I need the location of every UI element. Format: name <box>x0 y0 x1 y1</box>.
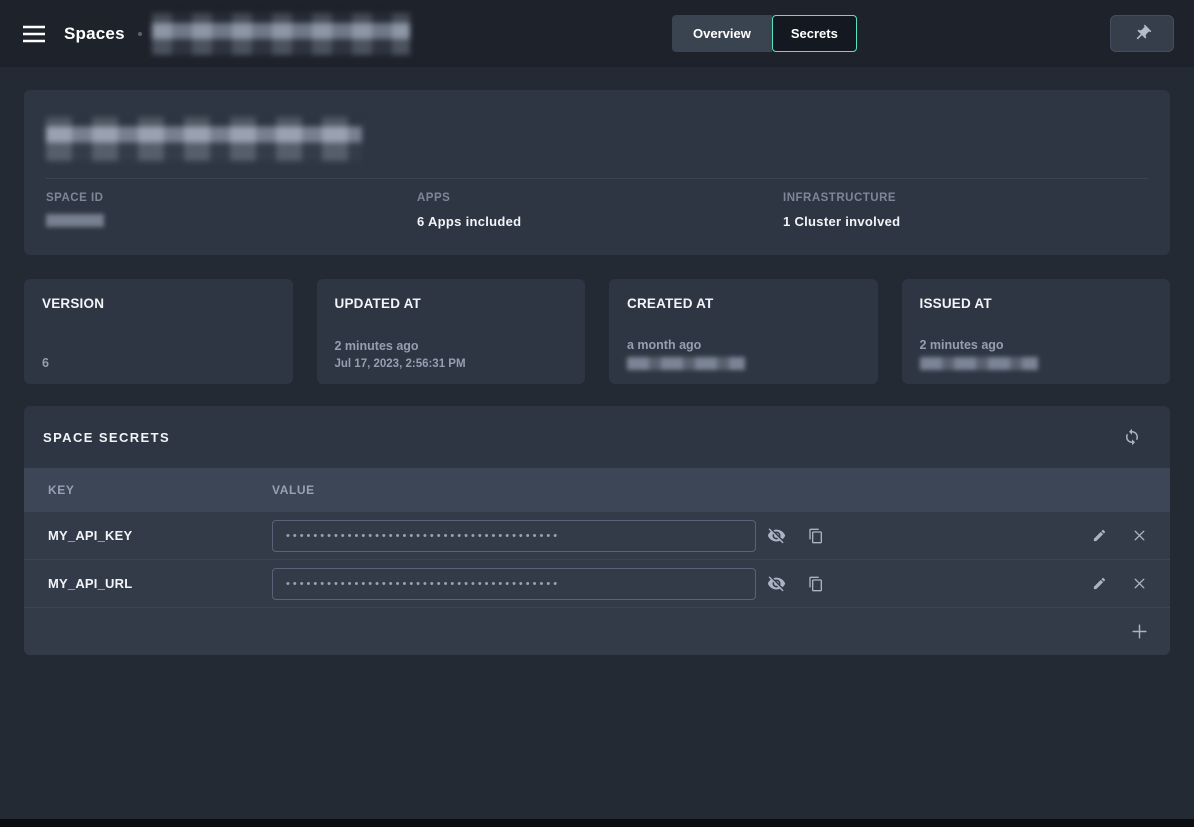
stat-title: ISSUED AT <box>920 296 1153 311</box>
redacted-space-name <box>152 13 410 55</box>
copy-icon <box>808 528 824 544</box>
pencil-icon <box>1092 528 1107 543</box>
pin-button[interactable] <box>1110 15 1174 52</box>
secret-row-my-api-url: MY_API_URL <box>24 560 1170 608</box>
stat-title: CREATED AT <box>627 296 860 311</box>
copy-secret-button[interactable] <box>804 524 828 548</box>
apps-value: 6 Apps included <box>417 214 783 229</box>
stat-relative-time: a month ago <box>627 338 860 352</box>
secret-value-input[interactable] <box>272 520 756 552</box>
stat-body: 2 minutes ago <box>920 338 1153 370</box>
x-icon <box>1131 575 1148 592</box>
column-header-value: VALUE <box>272 483 315 497</box>
reveal-secret-button[interactable] <box>764 572 788 596</box>
field-infrastructure: INFRASTRUCTURE 1 Cluster involved <box>783 192 1148 229</box>
stat-title: VERSION <box>42 296 275 311</box>
infrastructure-value: 1 Cluster involved <box>783 214 1148 229</box>
plus-icon <box>1130 622 1149 641</box>
copy-secret-button[interactable] <box>804 572 828 596</box>
reveal-secret-button[interactable] <box>764 524 788 548</box>
add-secret-button[interactable] <box>1127 620 1151 644</box>
secrets-table-header: KEY VALUE <box>24 468 1170 512</box>
field-apps: APPS 6 Apps included <box>417 192 783 229</box>
topbar: Spaces Overview Secrets <box>0 0 1194 67</box>
bottom-edge-strip <box>0 819 1194 827</box>
space-secrets-panel: SPACE SECRETS KEY VALUE MY_API_KEY <box>24 406 1170 655</box>
redacted-space-id-value <box>46 214 104 227</box>
tab-secrets[interactable]: Secrets <box>772 15 857 52</box>
main-content: SPACE ID APPS 6 Apps included INFRASTRUC… <box>0 67 1194 655</box>
app-title: Spaces <box>64 24 125 44</box>
separator-dot-icon <box>138 32 142 36</box>
stat-body: a month ago <box>627 338 860 370</box>
secret-row-my-api-key: MY_API_KEY <box>24 512 1170 560</box>
secret-key-label: MY_API_KEY <box>24 528 272 543</box>
stat-card-version: VERSION 6 <box>24 279 293 384</box>
redacted-created-timestamp <box>627 357 745 370</box>
x-icon <box>1131 527 1148 544</box>
stat-card-updated-at: UPDATED AT 2 minutes ago Jul 17, 2023, 2… <box>317 279 586 384</box>
field-space-id: SPACE ID <box>46 192 417 229</box>
stat-body: 6 <box>42 356 275 370</box>
infrastructure-label: INFRASTRUCTURE <box>783 192 1148 204</box>
menu-button[interactable] <box>20 20 48 48</box>
tab-group: Overview Secrets <box>672 15 857 52</box>
stat-timestamp: Jul 17, 2023, 2:56:31 PM <box>335 358 568 370</box>
apps-label: APPS <box>417 192 783 204</box>
copy-icon <box>808 576 824 592</box>
space-overview-card: SPACE ID APPS 6 Apps included INFRASTRUC… <box>24 90 1170 255</box>
secrets-header: SPACE SECRETS <box>24 406 1170 468</box>
edit-secret-button[interactable] <box>1087 572 1111 596</box>
delete-secret-button[interactable] <box>1127 524 1151 548</box>
stat-card-issued-at: ISSUED AT 2 minutes ago <box>902 279 1171 384</box>
tab-overview[interactable]: Overview <box>672 15 772 52</box>
stat-title: UPDATED AT <box>335 296 568 311</box>
pin-icon <box>1133 24 1152 43</box>
space-fields: SPACE ID APPS 6 Apps included INFRASTRUC… <box>46 179 1148 229</box>
edit-secret-button[interactable] <box>1087 524 1111 548</box>
stat-cards: VERSION 6 UPDATED AT 2 minutes ago Jul 1… <box>24 279 1170 384</box>
menu-icon <box>22 24 46 44</box>
secret-key-label: MY_API_URL <box>24 576 272 591</box>
space-id-label: SPACE ID <box>46 192 417 204</box>
refresh-icon <box>1123 428 1141 446</box>
redacted-issued-timestamp <box>920 357 1038 370</box>
column-header-key: KEY <box>24 483 272 497</box>
eye-off-icon <box>767 526 786 545</box>
stat-card-created-at: CREATED AT a month ago <box>609 279 878 384</box>
delete-secret-button[interactable] <box>1127 572 1151 596</box>
refresh-button[interactable] <box>1120 425 1144 449</box>
redacted-space-title <box>46 117 362 161</box>
stat-body: 2 minutes ago Jul 17, 2023, 2:56:31 PM <box>335 339 568 370</box>
stat-relative-time: 2 minutes ago <box>335 339 568 353</box>
stat-value: 6 <box>42 356 275 370</box>
secret-value-input[interactable] <box>272 568 756 600</box>
secrets-footer <box>24 608 1170 655</box>
pencil-icon <box>1092 576 1107 591</box>
secrets-title: SPACE SECRETS <box>43 430 170 445</box>
eye-off-icon <box>767 574 786 593</box>
stat-relative-time: 2 minutes ago <box>920 338 1153 352</box>
